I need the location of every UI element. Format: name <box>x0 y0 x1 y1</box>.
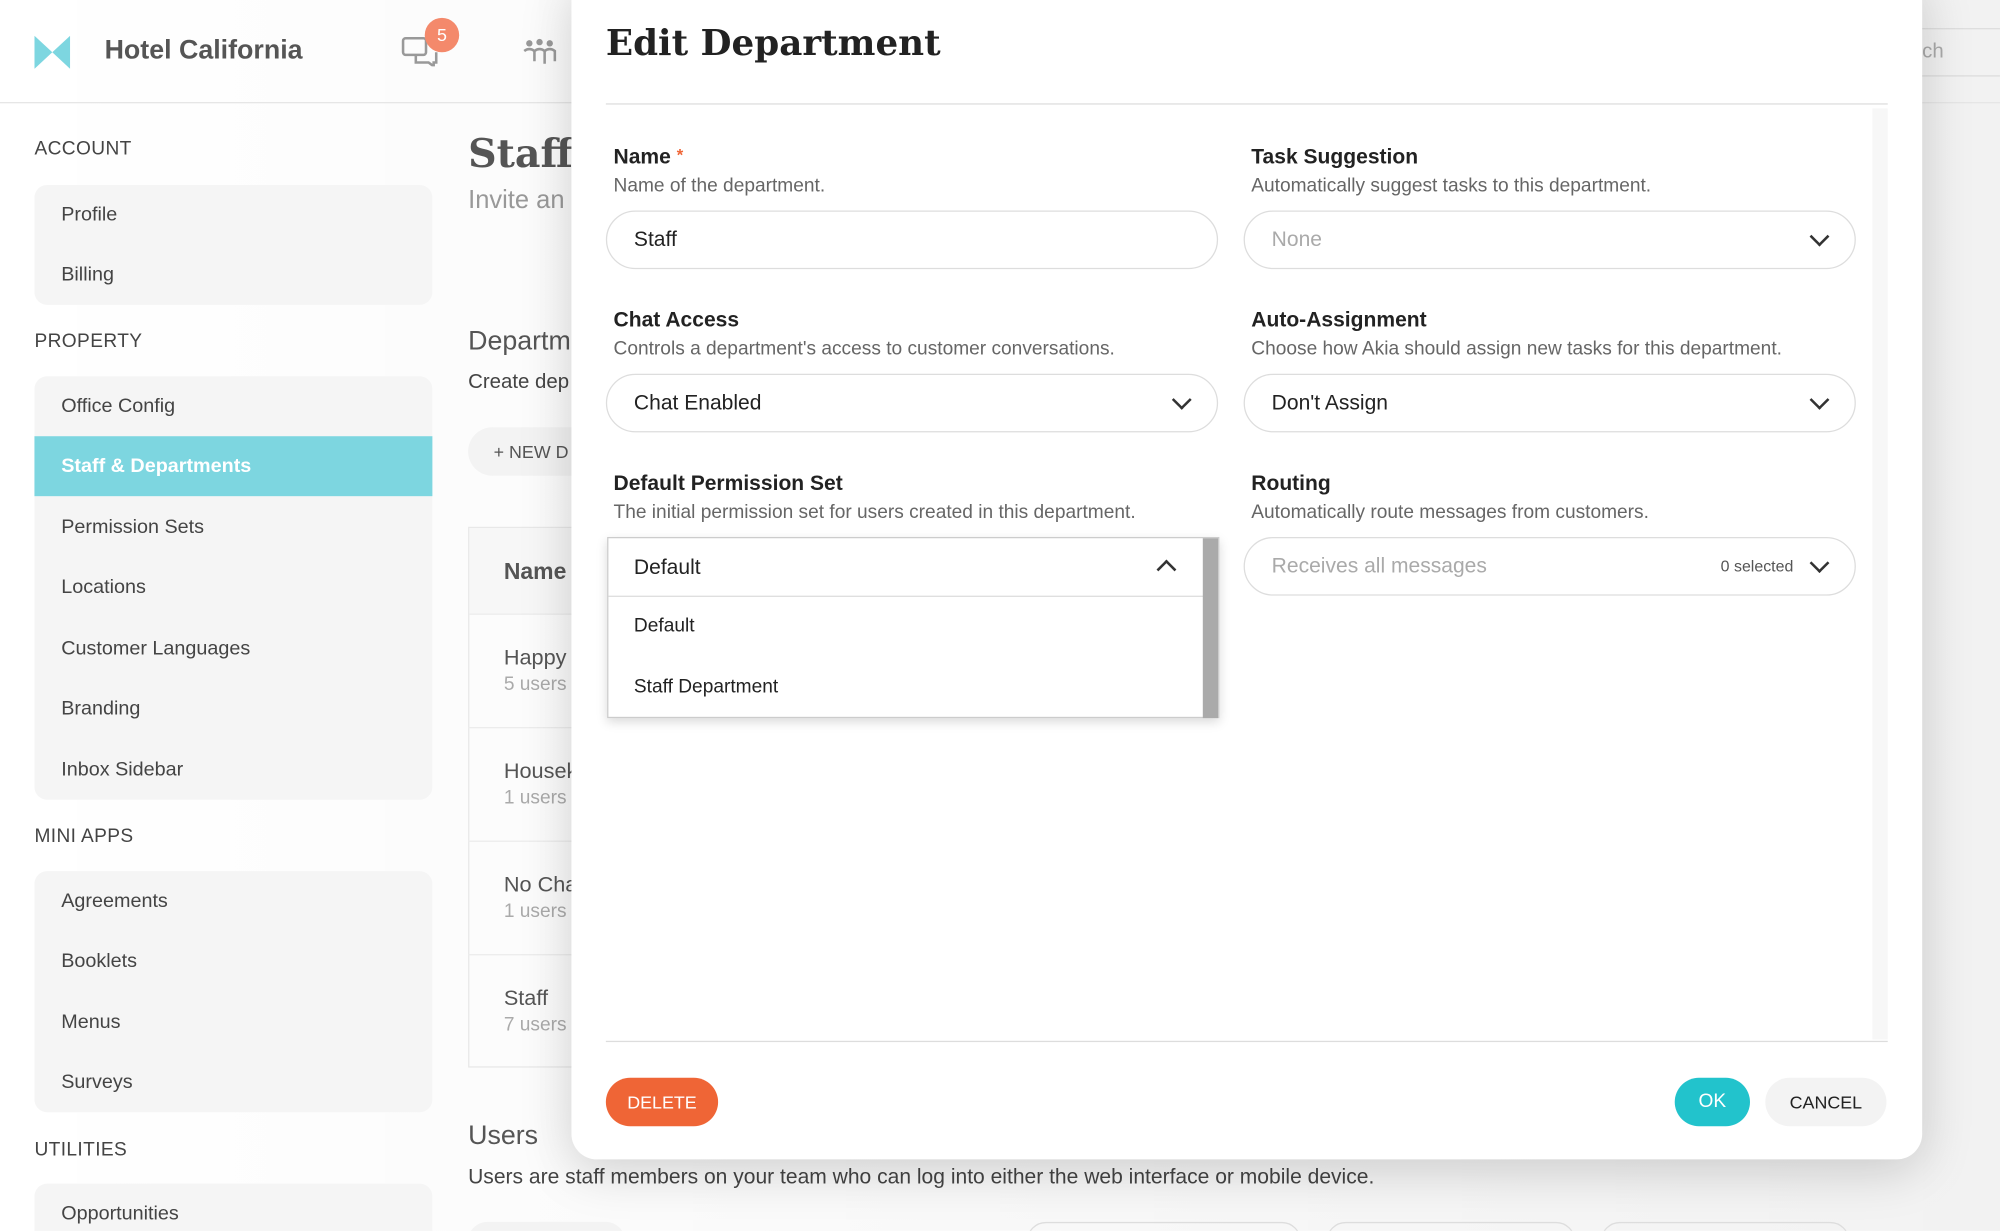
section-property: PROPERTY <box>34 330 143 353</box>
sidebar-item-menus[interactable]: Menus <box>34 992 432 1052</box>
cancel-button[interactable]: CANCEL <box>1765 1077 1887 1127</box>
name-label: Name * <box>614 145 684 169</box>
sidebar-item-surveys[interactable]: Surveys <box>34 1052 432 1112</box>
sidebar-item-profile[interactable]: Profile <box>34 185 432 245</box>
row-name: Housek <box>503 758 578 784</box>
task-suggestion-desc: Automatically suggest tasks to this depa… <box>1251 174 1652 197</box>
chevron-down-icon <box>1809 226 1830 247</box>
task-suggestion-label: Task Suggestion <box>1251 145 1419 169</box>
row-name: No Cha <box>503 872 578 897</box>
departments-desc: Create dep <box>468 371 570 393</box>
section-utilities: UTILITIES <box>34 1139 128 1161</box>
sidebar-item-booklets[interactable]: Booklets <box>34 931 432 991</box>
task-suggestion-placeholder: None <box>1271 228 1322 252</box>
routing-label: Routing <box>1251 471 1331 495</box>
departments-heading: Departm <box>468 326 571 356</box>
search-input[interactable]: ch <box>1919 28 2000 77</box>
delete-button[interactable]: DELETE <box>605 1077 719 1127</box>
modal-title: Edit Department <box>605 21 941 64</box>
auto-assignment-value: Don't Assign <box>1271 391 1389 415</box>
row-name: Happy <box>503 645 567 670</box>
permission-set-dropdown: Default Default Staff Department <box>607 536 1220 719</box>
permission-set-value: Default <box>633 556 701 580</box>
name-input[interactable]: Staff <box>605 210 1219 270</box>
logo-icon <box>34 35 71 69</box>
task-suggestion-select[interactable]: None <box>1243 210 1856 270</box>
property-name: Hotel California <box>104 35 303 66</box>
auto-assignment-select[interactable]: Don't Assign <box>1243 373 1856 433</box>
required-marker: * <box>676 145 684 165</box>
sidebar-item-billing[interactable]: Billing <box>34 245 432 305</box>
chat-badge: 5 <box>424 17 460 53</box>
users-action-button[interactable] <box>468 1221 625 1231</box>
team-icon[interactable] <box>520 38 558 66</box>
name-desc: Name of the department. <box>613 174 826 197</box>
sidebar-item-staff-departments[interactable]: Staff & Departments <box>34 436 433 497</box>
app-page: Hotel California 5 ch ACCOUNT Profile Bi… <box>0 0 2000 1231</box>
sidebar-item-customer-languages[interactable]: Customer Languages <box>34 619 432 679</box>
chevron-up-icon <box>1156 559 1177 580</box>
section-mini-apps: MINI APPS <box>34 825 134 847</box>
sidebar-item-inbox-sidebar[interactable]: Inbox Sidebar <box>34 740 432 800</box>
modal-scrollbar[interactable] <box>1872 108 1888 1040</box>
title-divider <box>605 103 1888 105</box>
chat-access-desc: Controls a department's access to custom… <box>613 338 1115 360</box>
users-filter-1[interactable] <box>1026 1221 1302 1231</box>
routing-count: 0 selected <box>1720 557 1794 576</box>
permission-set-desc: The initial permission set for users cre… <box>613 501 1136 523</box>
permission-set-select[interactable]: Default <box>608 538 1205 597</box>
chat-access-value: Chat Enabled <box>633 391 762 415</box>
sidebar-item-branding[interactable]: Branding <box>34 679 432 739</box>
permission-set-label: Default Permission Set <box>613 471 843 495</box>
ok-button[interactable]: OK <box>1674 1077 1750 1127</box>
sidebar-item-agreements[interactable]: Agreements <box>34 871 432 931</box>
routing-placeholder: Receives all messages <box>1271 554 1487 578</box>
option-staff-department[interactable]: Staff Department <box>634 676 778 698</box>
sidebar-item-permission-sets[interactable]: Permission Sets <box>34 497 432 557</box>
name-label-text: Name <box>613 145 671 169</box>
edit-department-modal: Edit Department Name * Name of the depar… <box>571 0 1923 1160</box>
sidebar-item-opportunities[interactable]: Opportunities <box>34 1184 432 1231</box>
footer-divider <box>605 1040 1888 1043</box>
option-default[interactable]: Default <box>634 615 695 637</box>
routing-select[interactable]: Receives all messages 0 selected <box>1243 536 1856 596</box>
chevron-down-icon <box>1809 553 1830 574</box>
row-name: Staff <box>503 985 549 1011</box>
users-heading: Users <box>468 1121 539 1151</box>
sidebar-item-office-config[interactable]: Office Config <box>34 376 432 436</box>
chat-access-select[interactable]: Chat Enabled <box>605 373 1219 433</box>
chat-access-label: Chat Access <box>613 308 740 332</box>
routing-desc: Automatically route messages from custom… <box>1251 501 1649 523</box>
chevron-down-icon <box>1171 389 1192 410</box>
chevron-down-icon <box>1809 389 1830 410</box>
dropdown-scrollbar[interactable] <box>1202 538 1219 719</box>
users-filter-2[interactable] <box>1326 1221 1576 1231</box>
auto-assignment-desc: Choose how Akia should assign new tasks … <box>1251 338 1782 360</box>
page-subtitle: Invite an <box>468 186 565 215</box>
section-account: ACCOUNT <box>34 137 132 160</box>
users-desc: Users are staff members on your team who… <box>468 1165 1375 1189</box>
users-filter-3[interactable] <box>1600 1221 1850 1231</box>
sidebar-item-locations[interactable]: Locations <box>34 557 432 617</box>
page-title: Staff <box>468 131 574 178</box>
auto-assignment-label: Auto-Assignment <box>1251 308 1427 332</box>
